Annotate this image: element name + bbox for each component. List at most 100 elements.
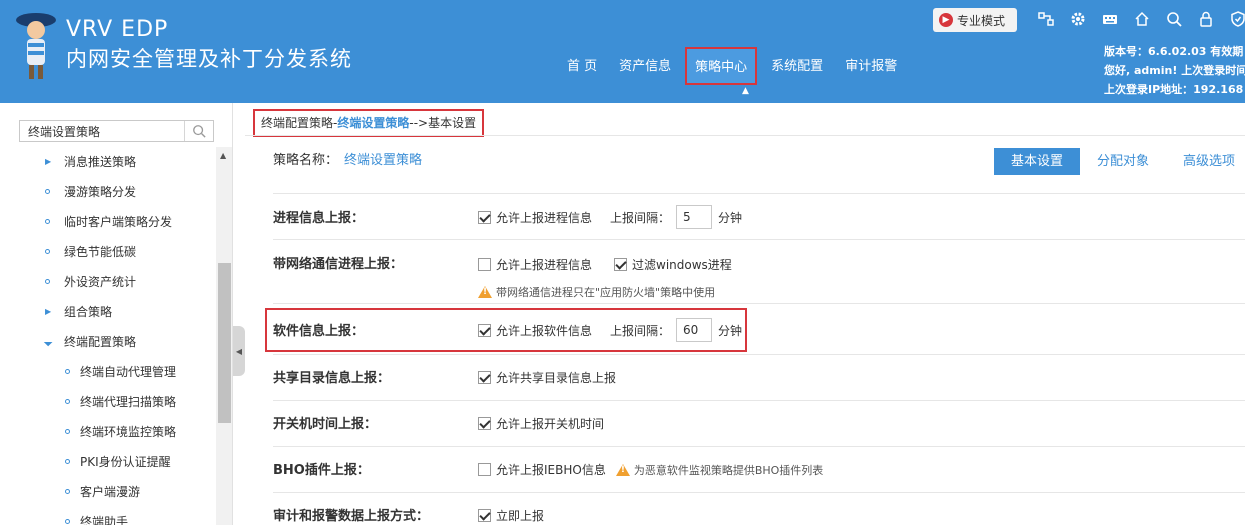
tree-item-combo-policy[interactable]: ▶ 组合策略	[0, 297, 216, 327]
row-label: 进程信息上报：	[273, 211, 365, 226]
scrollbar-thumb[interactable]	[218, 263, 231, 423]
bullet-icon	[65, 447, 70, 477]
sidebar-collapse-toggle[interactable]: ◀	[233, 326, 245, 376]
brand-name: VRV EDP	[66, 17, 169, 42]
row-options: 允许上报进程信息 过滤windows进程	[478, 256, 750, 273]
row-options: 立即上报	[478, 507, 562, 524]
chevron-left-icon: ◀	[235, 346, 243, 356]
netproc-warning: 带网络通信进程只在"应用防火墙"策略中使用	[478, 284, 715, 300]
divider	[245, 135, 1245, 136]
tree-item-auto-agent[interactable]: 终端自动代理管理	[0, 357, 216, 387]
gear-icon[interactable]	[1062, 8, 1094, 30]
bullet-icon	[45, 237, 50, 267]
row-options: 允许上报IEBHO信息 为恶意软件监视策略提供BHO插件列表	[478, 461, 823, 478]
nav-policy-center[interactable]: 策略中心	[685, 47, 758, 85]
allow-power-checkbox[interactable]	[478, 417, 491, 430]
search-icon[interactable]	[1158, 8, 1190, 30]
tab-advanced-options[interactable]: 高级选项	[1166, 148, 1245, 175]
brand: VRV EDP 内网安全管理及补丁分发系统	[66, 16, 352, 74]
app-header: VRV EDP 内网安全管理及补丁分发系统 首 页 资产信息 策略中心 系统配置…	[0, 0, 1245, 103]
option-report-immediately: 立即上报	[478, 507, 544, 524]
search-icon	[193, 125, 206, 138]
row-label: BHO插件上报：	[273, 463, 370, 478]
tab-assign-targets[interactable]: 分配对象	[1080, 148, 1166, 175]
tree-item-terminal-assistant[interactable]: 终端助手	[0, 507, 216, 525]
warning-icon	[615, 463, 630, 476]
play-icon: ▶	[939, 13, 953, 27]
row-options: 允许共享目录信息上报	[478, 369, 634, 386]
keyboard-icon[interactable]	[1094, 8, 1126, 30]
row-share-report: 共享目录信息上报： 允许共享目录信息上报	[273, 355, 1245, 401]
pro-mode-label: 专业模式	[957, 13, 1006, 28]
allow-bho-checkbox[interactable]	[478, 463, 491, 476]
bullet-icon	[65, 417, 70, 447]
policy-content: 终端配置策略-终端设置策略-->基本设置 策略名称： 终端设置策略 基本设置 分配…	[245, 103, 1245, 525]
pro-mode-button[interactable]: ▶ 专业模式	[933, 8, 1017, 32]
tree-item-peripheral-stats[interactable]: 外设资产统计	[0, 267, 216, 297]
bullet-icon	[65, 477, 70, 507]
search-input[interactable]	[20, 121, 184, 141]
report-immediately-checkbox[interactable]	[478, 509, 491, 522]
tree-item-pki-reminder[interactable]: PKI身份认证提醒	[0, 447, 216, 477]
software-row-highlight	[265, 308, 747, 352]
breadcrumb-parent[interactable]: 终端配置策略-	[261, 116, 337, 130]
bullet-icon	[45, 267, 50, 297]
option-allow-process: 允许上报进程信息	[478, 209, 592, 226]
collapse-arrow-icon: ◢	[43, 336, 54, 348]
bho-warning: 为恶意软件监视策略提供BHO插件列表	[615, 462, 823, 478]
scroll-up-icon[interactable]: ▲	[220, 151, 226, 160]
row-label: 开关机时间上报：	[273, 417, 378, 432]
policy-name-label: 策略名称：	[273, 153, 339, 168]
tree-item-green-energy[interactable]: 绿色节能低碳	[0, 237, 216, 267]
header-toolbar	[1030, 8, 1245, 30]
lock-icon[interactable]	[1190, 8, 1222, 30]
shield-icon[interactable]	[1222, 8, 1245, 30]
interval-label: 上报间隔：	[610, 210, 671, 225]
last-login-ip-text: 上次登录IP地址：192.168	[1104, 83, 1244, 96]
home-icon[interactable]	[1126, 8, 1158, 30]
session-info: 版本号：6.6.02.03 有效期 您好, admin! 上次登录时间 上次登录…	[1104, 42, 1245, 99]
mascot-logo	[16, 13, 56, 79]
process-interval-input[interactable]	[676, 205, 713, 229]
nav-home[interactable]: 首 页	[556, 48, 608, 86]
row-network-process-report: 带网络通信进程上报： 允许上报进程信息 过滤windows进程 带网络通信进程只…	[273, 240, 1245, 304]
sidebar-search	[19, 120, 214, 142]
policy-name-value: 终端设置策略	[344, 153, 423, 168]
tree-item-roaming-dist[interactable]: 漫游策略分发	[0, 177, 216, 207]
tree-item-message-push[interactable]: ▶ 消息推送策略	[0, 147, 216, 177]
network-icon[interactable]	[1030, 8, 1062, 30]
option-filter-windows: 过滤windows进程	[614, 256, 732, 273]
sidebar-scrollbar[interactable]: ▲	[216, 147, 232, 525]
allow-net-process-checkbox[interactable]	[478, 258, 491, 271]
nav-audit-alarm[interactable]: 审计报警	[834, 48, 908, 86]
bullet-icon	[45, 177, 50, 207]
filter-windows-checkbox[interactable]	[614, 258, 628, 271]
greeting-text: 您好, admin! 上次登录时间	[1104, 64, 1245, 77]
nav-system-config[interactable]: 系统配置	[760, 48, 834, 86]
bullet-icon	[65, 357, 70, 387]
row-options: 允许上报开关机时间	[478, 415, 622, 432]
policy-sidebar: ▶消息推送策略 漫游策略分发 临时客户端策略分发 绿色节能低碳 外设资产统计 ▶…	[0, 103, 233, 525]
breadcrumb-current[interactable]: 终端设置策略	[337, 116, 409, 130]
tree-item-temp-client[interactable]: 临时客户端策略分发	[0, 207, 216, 237]
policy-name: 策略名称： 终端设置策略	[273, 149, 422, 168]
warning-icon	[478, 286, 492, 298]
tab-basic-settings[interactable]: 基本设置	[994, 148, 1081, 175]
tree-item-agent-scan[interactable]: 终端代理扫描策略	[0, 387, 216, 417]
tree-item-client-roaming[interactable]: 客户端漫游	[0, 477, 216, 507]
allow-share-checkbox[interactable]	[478, 371, 491, 384]
tree-item-env-monitor[interactable]: 终端环境监控策略	[0, 417, 216, 447]
tree-item-terminal-config[interactable]: ◢ 终端配置策略	[0, 327, 216, 357]
option-allow-net-process: 允许上报进程信息	[478, 256, 592, 273]
option-allow-power: 允许上报开关机时间	[478, 415, 604, 432]
search-button[interactable]	[184, 121, 213, 141]
active-nav-caret-icon: ▲	[742, 86, 749, 96]
option-allow-share: 允许共享目录信息上报	[478, 369, 616, 386]
expand-arrow-icon: ▶	[45, 307, 52, 316]
row-audit-report: 审计和报警数据上报方式： 立即上报	[273, 493, 1245, 525]
row-label: 审计和报警数据上报方式：	[273, 509, 430, 524]
option-allow-bho: 允许上报IEBHO信息	[478, 461, 606, 478]
row-label: 带网络通信进程上报：	[273, 257, 404, 272]
allow-process-checkbox[interactable]	[478, 210, 491, 224]
nav-assets[interactable]: 资产信息	[608, 48, 682, 86]
